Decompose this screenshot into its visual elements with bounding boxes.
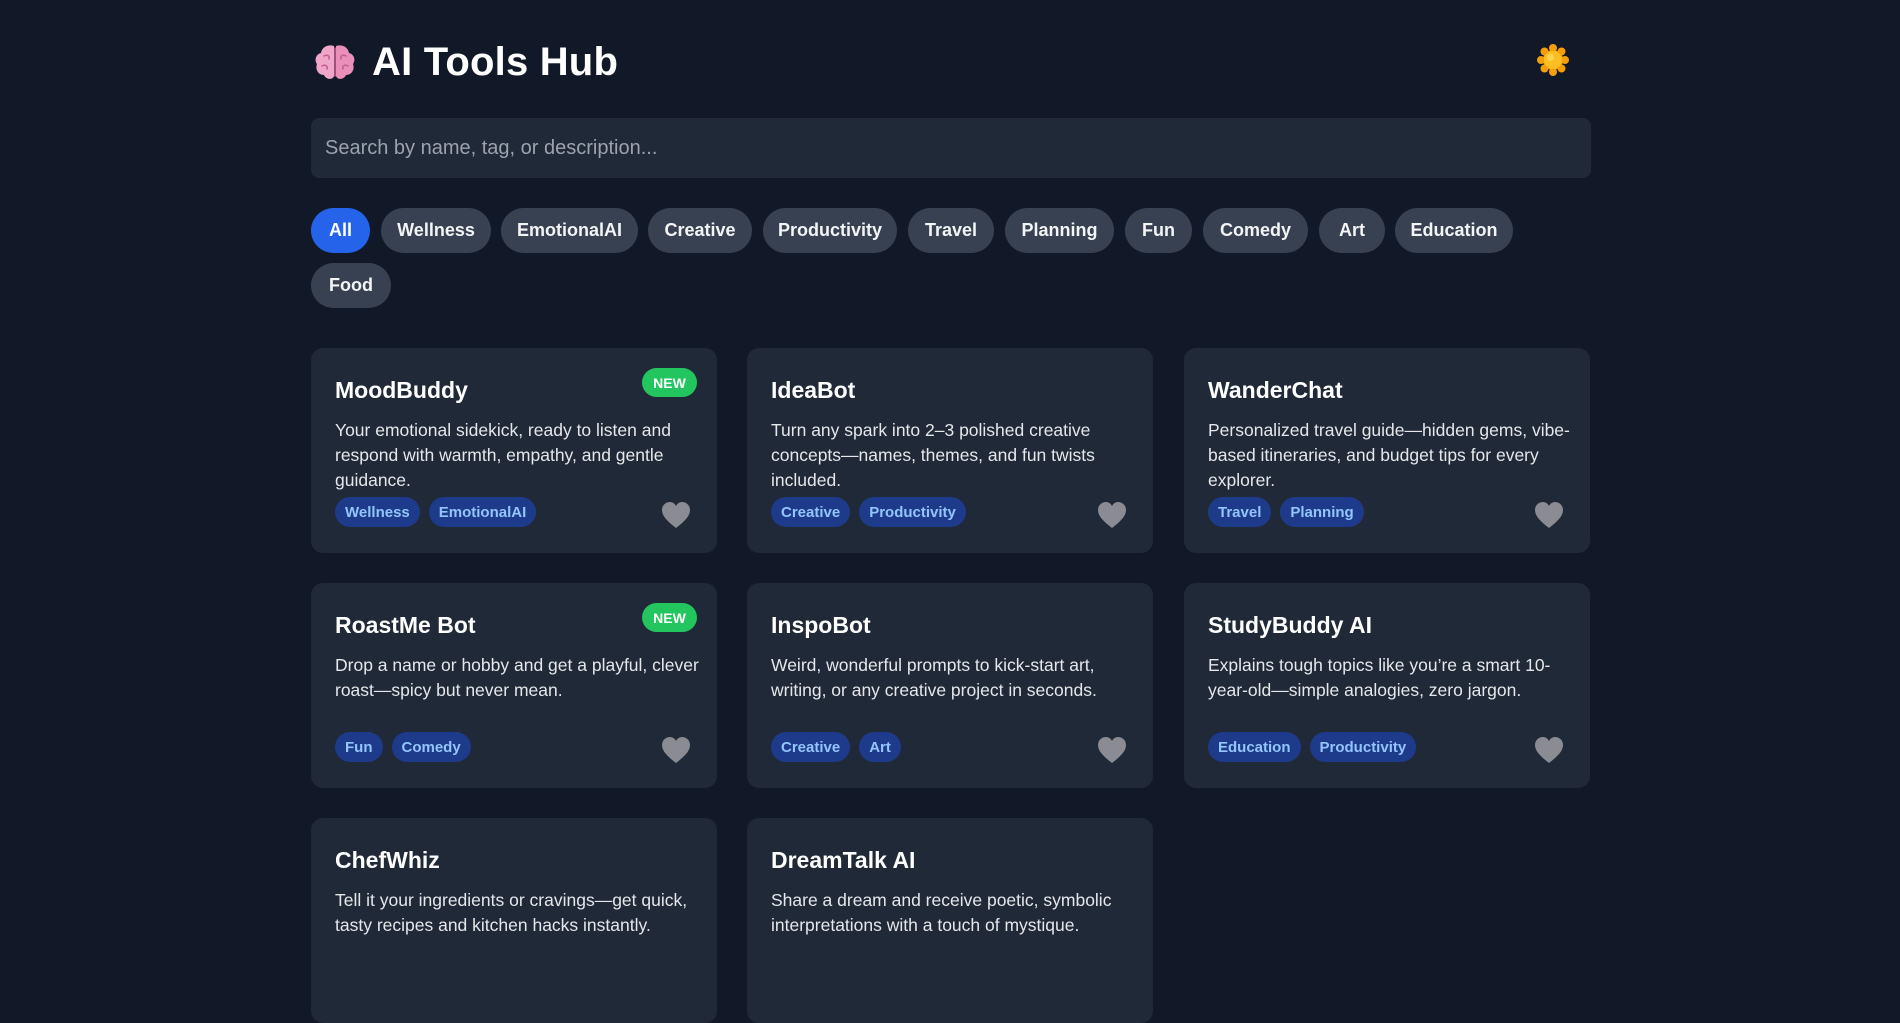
- heart-icon: [1098, 737, 1126, 763]
- tool-card-inspobot[interactable]: InspoBot Weird, wonderful prompts to kic…: [747, 583, 1153, 788]
- card-tags: Wellness EmotionalAI: [335, 497, 537, 527]
- filter-chip-productivity[interactable]: Productivity: [763, 208, 897, 253]
- card-title: InspoBot: [771, 612, 871, 638]
- header: AI Tools Hub: [311, 0, 1591, 118]
- filter-chip-art[interactable]: Art: [1319, 208, 1385, 253]
- tool-card-ideabot[interactable]: IdeaBot Turn any spark into 2–3 polished…: [747, 348, 1153, 553]
- search-input[interactable]: [311, 118, 1591, 178]
- card-description: Explains tough topics like you’re a smar…: [1208, 655, 1551, 700]
- favorite-button[interactable]: [1533, 735, 1565, 765]
- filter-chip-education[interactable]: Education: [1395, 208, 1513, 253]
- tag[interactable]: Wellness: [335, 497, 420, 527]
- card-description: Turn any spark into 2–3 polished creativ…: [771, 420, 1095, 490]
- favorite-button[interactable]: [1096, 500, 1128, 530]
- app-title: AI Tools Hub: [372, 40, 619, 84]
- tool-card-studybuddy-ai[interactable]: StudyBuddy AI Explains tough topics like…: [1184, 583, 1590, 788]
- theme-toggle-button[interactable]: [1536, 43, 1570, 77]
- favorite-button[interactable]: [1096, 735, 1128, 765]
- filter-chip-all[interactable]: All: [311, 208, 370, 253]
- card-tags: Fun Comedy: [335, 732, 471, 762]
- card-tags: Travel Planning: [1208, 497, 1364, 527]
- card-title: RoastMe Bot: [335, 612, 476, 638]
- favorite-button[interactable]: [660, 735, 692, 765]
- card-description: Weird, wonderful prompts to kick-start a…: [771, 655, 1097, 700]
- card-title: IdeaBot: [771, 377, 856, 403]
- filter-chip-food[interactable]: Food: [311, 263, 391, 308]
- tag[interactable]: Fun: [335, 732, 383, 762]
- sun-icon: [1537, 44, 1569, 76]
- tag[interactable]: Productivity: [1309, 732, 1417, 762]
- tag[interactable]: Productivity: [859, 497, 966, 527]
- tag[interactable]: Planning: [1280, 497, 1364, 527]
- heart-icon: [1098, 502, 1126, 528]
- card-title: MoodBuddy: [335, 377, 468, 403]
- favorite-button[interactable]: [660, 500, 692, 530]
- brain-icon: [313, 40, 357, 84]
- card-title: StudyBuddy AI: [1208, 612, 1372, 638]
- tag[interactable]: Comedy: [391, 732, 471, 762]
- tool-card-moodbuddy[interactable]: MoodBuddy NEW Your emotional sidekick, r…: [311, 348, 717, 553]
- heart-icon: [1535, 737, 1563, 763]
- card-description: Personalized travel guide—hidden gems, v…: [1208, 420, 1570, 490]
- card-title: WanderChat: [1208, 377, 1343, 403]
- card-description: Share a dream and receive poetic, symbol…: [771, 890, 1112, 935]
- tag[interactable]: Education: [1208, 732, 1301, 762]
- card-title: ChefWhiz: [335, 847, 440, 873]
- filter-chip-comedy[interactable]: Comedy: [1203, 208, 1308, 253]
- tag[interactable]: EmotionalAI: [428, 497, 537, 527]
- tag[interactable]: Creative: [771, 732, 851, 762]
- tool-card-chefwhiz[interactable]: ChefWhiz Tell it your ingredients or cra…: [311, 818, 717, 1023]
- filter-chip-travel[interactable]: Travel: [908, 208, 994, 253]
- tool-card-dreamtalk-ai[interactable]: DreamTalk AI Share a dream and receive p…: [747, 818, 1153, 1023]
- card-description: Your emotional sidekick, ready to listen…: [335, 420, 671, 490]
- card-tags: Creative Art: [771, 732, 901, 762]
- card-title: DreamTalk AI: [771, 847, 916, 873]
- tool-card-roastme-bot[interactable]: RoastMe Bot NEW Drop a name or hobby and…: [311, 583, 717, 788]
- filter-chip-planning[interactable]: Planning: [1005, 208, 1114, 253]
- tag[interactable]: Art: [859, 732, 901, 762]
- card-description: Drop a name or hobby and get a playful, …: [335, 655, 699, 700]
- card-tags: Education Productivity: [1208, 732, 1417, 762]
- filter-chip-creative[interactable]: Creative: [648, 208, 752, 253]
- tool-card-wanderchat[interactable]: WanderChat Personalized travel guide—hid…: [1184, 348, 1590, 553]
- tag[interactable]: Creative: [771, 497, 851, 527]
- filter-chip-wellness[interactable]: Wellness: [381, 208, 491, 253]
- filter-chip-emotionalai[interactable]: EmotionalAI: [501, 208, 638, 253]
- heart-icon: [1535, 502, 1563, 528]
- favorite-button[interactable]: [1533, 500, 1565, 530]
- heart-icon: [662, 502, 690, 528]
- heart-icon: [662, 737, 690, 763]
- new-badge: NEW: [642, 603, 697, 632]
- card-tags: Creative Productivity: [771, 497, 966, 527]
- card-description: Tell it your ingredients or cravings—get…: [335, 890, 688, 935]
- app-container: AI Tools Hub All Welln: [311, 0, 1591, 1023]
- filter-chip-fun[interactable]: Fun: [1125, 208, 1192, 253]
- tag[interactable]: Travel: [1208, 497, 1272, 527]
- new-badge: NEW: [642, 368, 697, 397]
